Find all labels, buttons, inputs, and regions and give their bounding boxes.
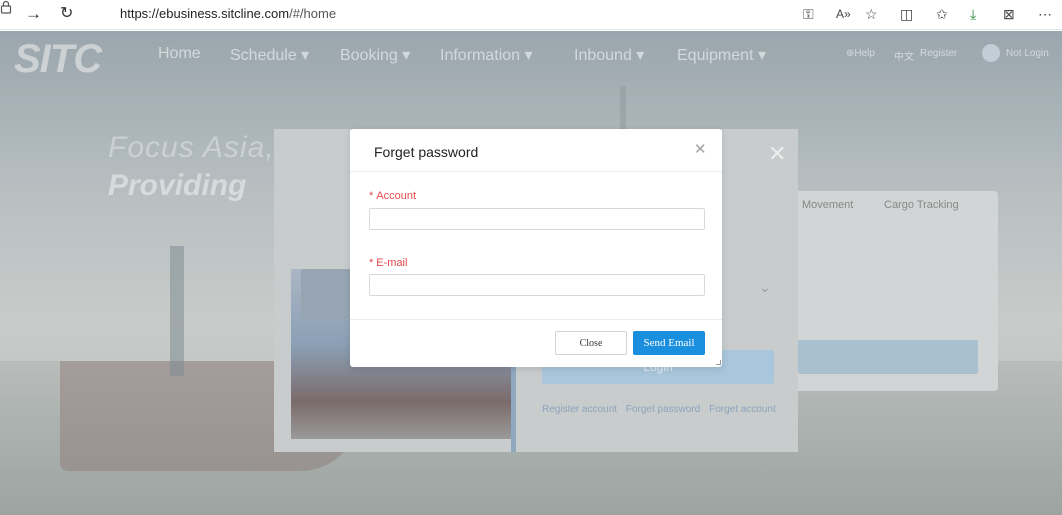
key-icon[interactable]: ⚿ xyxy=(803,5,814,23)
login-links: Register account Forget password Forget … xyxy=(542,404,782,415)
resize-handle[interactable] xyxy=(716,360,721,365)
language-link[interactable]: 中文 xyxy=(894,48,914,63)
split-screen-icon[interactable]: ◫ xyxy=(900,5,913,23)
login-status[interactable]: Not Login xyxy=(1006,48,1049,59)
site-nav-bar: SITC Home Schedule ▾ Booking ▾ Informati… xyxy=(0,31,1062,81)
tracking-card: Movement Cargo Tracking xyxy=(786,191,998,391)
favorites-list-icon[interactable]: ✩ xyxy=(936,5,948,23)
forget-password-dialog: Forget password ✕ * Account * E-mail Close… xyxy=(350,129,722,367)
register-account-link[interactable]: Register account xyxy=(542,404,617,415)
nav-equipment[interactable]: Equipment ▾ xyxy=(677,45,766,65)
help-link[interactable]: ⊕Help xyxy=(846,48,875,59)
close-icon[interactable]: ✕ xyxy=(768,141,786,167)
account-label-text: Account xyxy=(376,190,417,202)
account-label: * Account xyxy=(369,190,416,202)
dialog-title: Forget password xyxy=(374,144,479,160)
send-email-button[interactable]: Send Email xyxy=(633,331,705,355)
extensions-icon[interactable]: ⊠ xyxy=(1003,5,1015,23)
email-label-text: E-mail xyxy=(376,257,408,269)
close-icon[interactable]: ✕ xyxy=(694,142,707,158)
tab-cargo-tracking[interactable]: Cargo Tracking xyxy=(884,199,959,211)
url-host: https://ebusiness.sitcline.com xyxy=(120,6,290,21)
url-path: /#/home xyxy=(289,6,337,21)
required-marker: * xyxy=(369,257,374,269)
avatar-icon[interactable] xyxy=(982,44,1000,62)
crane-image xyxy=(170,246,184,376)
nav-inbound[interactable]: Inbound ▾ xyxy=(574,45,644,65)
register-link[interactable]: Register xyxy=(920,48,957,59)
required-marker: * xyxy=(369,190,374,202)
nav-schedule[interactable]: Schedule ▾ xyxy=(230,45,309,65)
tracking-search-button[interactable] xyxy=(798,340,978,374)
tab-movement[interactable]: Movement xyxy=(802,199,853,211)
hero-line-1: Focus Asia, xyxy=(108,131,275,164)
nav-booking[interactable]: Booking ▾ xyxy=(340,45,410,65)
hero-line-2: Providing xyxy=(108,169,247,202)
forget-account-link[interactable]: Forget account xyxy=(709,404,776,415)
email-label: * E-mail xyxy=(369,257,407,269)
lock-icon[interactable] xyxy=(0,0,12,14)
email-input[interactable] xyxy=(369,274,705,296)
download-icon[interactable]: ⤓ xyxy=(970,5,976,23)
browser-toolbar: → ↻ https://ebusiness.sitcline.com/#/hom… xyxy=(0,0,1062,30)
forward-arrow-icon[interactable]: → xyxy=(25,4,42,24)
chevron-down-icon[interactable]: ⌄ xyxy=(759,279,771,296)
nav-home[interactable]: Home xyxy=(158,45,201,63)
dialog-footer-divider xyxy=(350,319,722,320)
close-button[interactable]: Close xyxy=(555,331,627,355)
nav-information[interactable]: Information ▾ xyxy=(440,45,533,65)
account-input[interactable] xyxy=(369,208,705,230)
refresh-icon[interactable]: ↻ xyxy=(60,4,73,24)
more-menu-icon[interactable]: ⋯ xyxy=(1038,5,1052,23)
dialog-header: Forget password ✕ xyxy=(350,129,722,172)
site-logo[interactable]: SITC xyxy=(14,37,102,82)
favorite-star-icon[interactable]: ☆ xyxy=(865,5,878,23)
address-bar[interactable]: https://ebusiness.sitcline.com/#/home xyxy=(120,6,336,21)
read-aloud-icon[interactable]: A» xyxy=(836,5,851,23)
forget-password-link[interactable]: Forget password xyxy=(626,404,700,415)
